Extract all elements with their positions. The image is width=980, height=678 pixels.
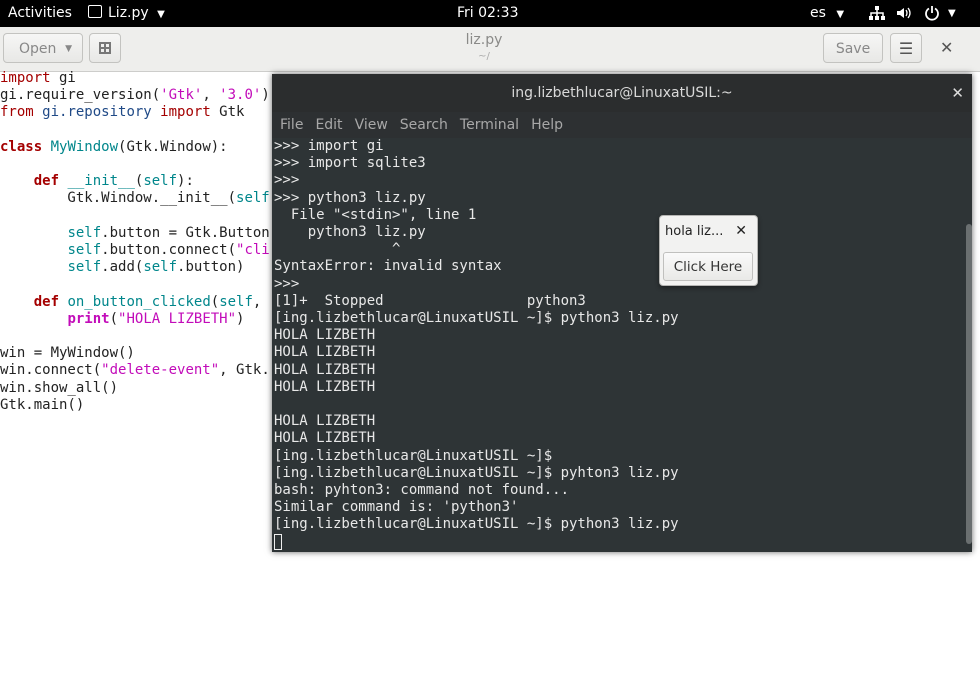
terminal-window[interactable]: ing.lizbethlucar@LinuxatUSIL:~ ✕ File Edi…	[272, 74, 972, 552]
terminal-line: Similar command is: 'python3'	[274, 499, 519, 516]
terminal-line: File "<stdin>", line 1	[274, 206, 477, 223]
terminal-line: [ing.lizbethlucar@LinuxatUSIL ~]$ pyhton…	[274, 464, 679, 481]
terminal-line: [ing.lizbethlucar@LinuxatUSIL ~]$ python…	[274, 310, 679, 327]
language-menu[interactable]: es ▼	[810, 0, 844, 27]
close-icon[interactable]: ✕	[735, 223, 747, 239]
code-line: self.add(self.button)	[67, 259, 245, 276]
terminal-line: HOLA LIZBETH	[274, 344, 376, 361]
code-line: class MyWindow(Gtk.Window):	[0, 138, 228, 155]
code-line: Gtk.Window.__init__(self	[0, 190, 270, 207]
terminal-menubar: File Edit View Search Terminal Help	[272, 112, 972, 138]
terminal-line: ^	[274, 241, 401, 258]
language-label: es	[810, 5, 826, 21]
close-icon[interactable]: ✕	[940, 33, 953, 63]
terminal-cursor-line	[274, 533, 958, 552]
code-line: win.connect("delete-event", Gtk.	[0, 362, 270, 379]
code-line: self.button = Gtk.Button	[67, 224, 270, 241]
terminal-menu-view[interactable]: View	[355, 117, 388, 133]
code-line: win.show_all()	[0, 379, 119, 396]
clock[interactable]: Fri 02:33	[457, 0, 518, 27]
chevron-down-icon: ▼	[157, 9, 165, 20]
terminal-line: SyntaxError: invalid syntax	[274, 258, 502, 275]
terminal-line: HOLA LIZBETH	[274, 430, 376, 447]
editor-header-bar: Open ▼ liz.py ~/ Save ☰ ✕	[0, 27, 980, 72]
terminal-line: HOLA LIZBETH	[274, 413, 376, 430]
terminal-menu-terminal[interactable]: Terminal	[460, 117, 519, 133]
code-line: import gi	[0, 70, 76, 86]
terminal-line: >>> import sqlite3	[274, 155, 426, 172]
terminal-line: HOLA LIZBETH	[274, 378, 376, 395]
app-menu[interactable]: Liz.py ▼	[88, 0, 165, 27]
terminal-line: [ing.lizbethlucar@LinuxatUSIL ~]$ python…	[274, 516, 679, 533]
terminal-line: >>> python3 liz.py	[274, 189, 426, 206]
terminal-menu-file[interactable]: File	[280, 117, 303, 133]
terminal-line: [1]+ Stopped python3	[274, 292, 586, 309]
network-icon[interactable]	[868, 0, 886, 27]
terminal-menu-edit[interactable]: Edit	[315, 117, 342, 133]
terminal-title: ing.lizbethlucar@LinuxatUSIL:~	[511, 85, 733, 101]
code-line: def on_button_clicked(self,	[33, 293, 262, 310]
hola-window[interactable]: hola liz... ✕ Click Here	[659, 215, 758, 286]
code-line: Gtk.main()	[0, 396, 85, 413]
window-title: hola liz...	[665, 224, 724, 239]
power-icon[interactable]	[924, 0, 940, 27]
save-button[interactable]: Save	[823, 33, 883, 63]
app-menu-label: Liz.py	[108, 5, 149, 21]
scrollbar[interactable]	[966, 224, 972, 544]
code-line: self.button.connect("cli	[67, 242, 270, 259]
volume-icon[interactable]	[896, 0, 912, 27]
terminal-menu-help[interactable]: Help	[531, 117, 563, 133]
code-editor[interactable]: import gi gi.require_version('Gtk', '3.0'…	[0, 70, 272, 678]
close-icon[interactable]: ✕	[951, 74, 964, 112]
terminal-line: >>>	[274, 172, 300, 189]
chevron-down-icon: ▼	[836, 9, 845, 20]
terminal-line: python3 liz.py	[274, 224, 426, 241]
code-line: win = MyWindow()	[0, 345, 135, 362]
activities-button[interactable]: Activities	[8, 0, 72, 27]
menu-button[interactable]: ☰	[890, 33, 922, 63]
code-line: def __init__(self):	[33, 173, 194, 190]
code-keyword: import	[0, 70, 51, 86]
code-line: gi.require_version('Gtk', '3.0')	[0, 87, 270, 104]
terminal-line: bash: pyhton3: command not found...	[274, 482, 570, 499]
terminal-line: HOLA LIZBETH	[274, 361, 376, 378]
text-cursor	[274, 533, 282, 550]
terminal-output[interactable]: >>> import gi >>> import sqlite3 >>> >>> py…	[274, 138, 958, 552]
code-line: print("HOLA LIZBETH")	[67, 310, 245, 327]
terminal-menu-search[interactable]: Search	[400, 117, 448, 133]
terminal-titlebar[interactable]: ing.lizbethlucar@LinuxatUSIL:~ ✕	[272, 74, 972, 112]
terminal-line: HOLA LIZBETH	[274, 327, 376, 344]
terminal-line: >>>	[274, 275, 300, 292]
terminal-line: >>> import gi	[274, 138, 384, 154]
hamburger-icon: ☰	[898, 39, 914, 58]
click-here-button[interactable]: Click Here	[663, 252, 753, 281]
app-icon	[88, 5, 102, 18]
chevron-down-icon[interactable]: ▼	[948, 0, 956, 27]
code-line: from gi.repository import Gtk	[0, 104, 245, 121]
top-bar: Activities Liz.py ▼ Fri 02:33 es ▼ ▼	[0, 0, 980, 27]
terminal-line: [ing.lizbethlucar@LinuxatUSIL ~]$	[274, 447, 553, 464]
